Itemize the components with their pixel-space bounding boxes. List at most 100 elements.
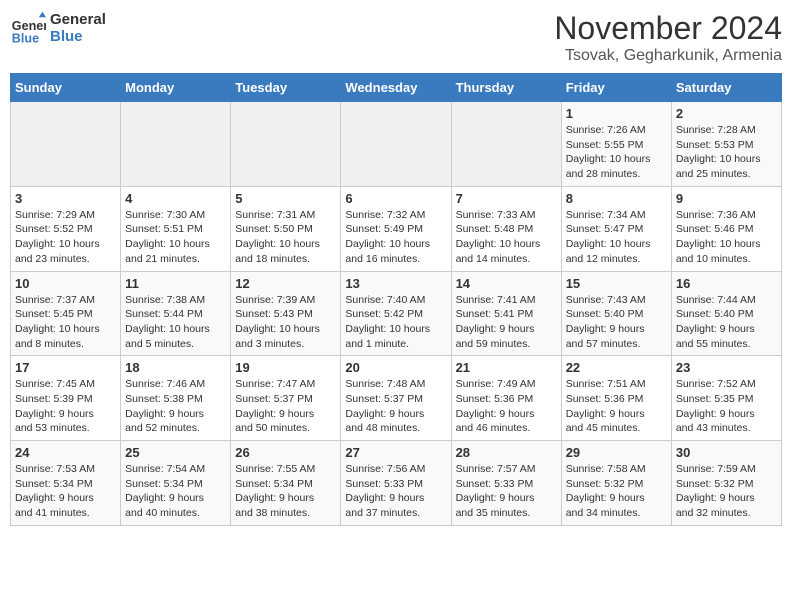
weekday-header-cell: Sunday	[11, 74, 121, 102]
day-info: Sunrise: 7:29 AM Sunset: 5:52 PM Dayligh…	[15, 208, 116, 267]
calendar-day-cell: 8 Sunrise: 7:34 AM Sunset: 5:47 PM Daylig…	[561, 186, 671, 271]
weekday-header-cell: Monday	[121, 74, 231, 102]
day-number: 16	[676, 276, 777, 291]
day-info: Sunrise: 7:55 AM Sunset: 5:34 PM Dayligh…	[235, 462, 336, 521]
day-info: Sunrise: 7:28 AM Sunset: 5:53 PM Dayligh…	[676, 123, 777, 182]
day-number: 24	[15, 445, 116, 460]
day-number: 5	[235, 191, 336, 206]
calendar-week-row: 24 Sunrise: 7:53 AM Sunset: 5:34 PM Dayli…	[11, 441, 782, 526]
day-number: 15	[566, 276, 667, 291]
calendar-day-cell: 13Sunrise: 7:40 AM Sunset: 5:42 PM Dayli…	[341, 271, 451, 356]
calendar-day-cell: 9 Sunrise: 7:36 AM Sunset: 5:46 PM Daylig…	[671, 186, 781, 271]
calendar-day-cell: 1 Sunrise: 7:26 AM Sunset: 5:55 PM Daylig…	[561, 102, 671, 187]
day-number: 10	[15, 276, 116, 291]
weekday-header-cell: Friday	[561, 74, 671, 102]
day-number: 30	[676, 445, 777, 460]
day-number: 28	[456, 445, 557, 460]
calendar-day-cell: 5 Sunrise: 7:31 AM Sunset: 5:50 PM Daylig…	[231, 186, 341, 271]
calendar-day-cell: 20Sunrise: 7:48 AM Sunset: 5:37 PM Dayli…	[341, 356, 451, 441]
day-number: 18	[125, 360, 226, 375]
day-number: 25	[125, 445, 226, 460]
logo-blue: Blue	[50, 28, 106, 45]
calendar-day-cell: 23 Sunrise: 7:52 AM Sunset: 5:35 PM Dayli…	[671, 356, 781, 441]
weekday-header-cell: Wednesday	[341, 74, 451, 102]
day-number: 17	[15, 360, 116, 375]
calendar-day-cell: 15 Sunrise: 7:43 AM Sunset: 5:40 PM Dayli…	[561, 271, 671, 356]
calendar-day-cell	[231, 102, 341, 187]
day-info: Sunrise: 7:31 AM Sunset: 5:50 PM Dayligh…	[235, 208, 336, 267]
logo: General Blue General Blue	[10, 10, 106, 46]
calendar-day-cell: 17Sunrise: 7:45 AM Sunset: 5:39 PM Dayli…	[11, 356, 121, 441]
day-number: 8	[566, 191, 667, 206]
calendar-day-cell: 16 Sunrise: 7:44 AM Sunset: 5:40 PM Dayli…	[671, 271, 781, 356]
day-info: Sunrise: 7:30 AM Sunset: 5:51 PM Dayligh…	[125, 208, 226, 267]
day-info: Sunrise: 7:47 AM Sunset: 5:37 PM Dayligh…	[235, 377, 336, 436]
day-info: Sunrise: 7:53 AM Sunset: 5:34 PM Dayligh…	[15, 462, 116, 521]
day-number: 6	[345, 191, 446, 206]
day-info: Sunrise: 7:51 AM Sunset: 5:36 PM Dayligh…	[566, 377, 667, 436]
logo-icon: General Blue	[10, 10, 46, 46]
calendar-week-row: 1 Sunrise: 7:26 AM Sunset: 5:55 PM Daylig…	[11, 102, 782, 187]
weekday-header-cell: Tuesday	[231, 74, 341, 102]
day-info: Sunrise: 7:33 AM Sunset: 5:48 PM Dayligh…	[456, 208, 557, 267]
day-info: Sunrise: 7:34 AM Sunset: 5:47 PM Dayligh…	[566, 208, 667, 267]
calendar-day-cell: 27Sunrise: 7:56 AM Sunset: 5:33 PM Dayli…	[341, 441, 451, 526]
day-info: Sunrise: 7:49 AM Sunset: 5:36 PM Dayligh…	[456, 377, 557, 436]
day-number: 12	[235, 276, 336, 291]
calendar-day-cell: 4 Sunrise: 7:30 AM Sunset: 5:51 PM Daylig…	[121, 186, 231, 271]
calendar-day-cell	[11, 102, 121, 187]
day-number: 14	[456, 276, 557, 291]
day-info: Sunrise: 7:37 AM Sunset: 5:45 PM Dayligh…	[15, 293, 116, 352]
calendar-day-cell: 29Sunrise: 7:58 AM Sunset: 5:32 PM Dayli…	[561, 441, 671, 526]
day-number: 20	[345, 360, 446, 375]
calendar-day-cell: 24 Sunrise: 7:53 AM Sunset: 5:34 PM Dayli…	[11, 441, 121, 526]
calendar-week-row: 17Sunrise: 7:45 AM Sunset: 5:39 PM Dayli…	[11, 356, 782, 441]
location-title: Tsovak, Gegharkunik, Armenia	[554, 47, 782, 65]
weekday-header-cell: Thursday	[451, 74, 561, 102]
day-number: 23	[676, 360, 777, 375]
day-number: 1	[566, 106, 667, 121]
day-number: 21	[456, 360, 557, 375]
calendar-day-cell: 22 Sunrise: 7:51 AM Sunset: 5:36 PM Dayli…	[561, 356, 671, 441]
calendar-table: SundayMondayTuesdayWednesdayThursdayFrid…	[10, 73, 782, 526]
calendar-day-cell: 14 Sunrise: 7:41 AM Sunset: 5:41 PM Dayli…	[451, 271, 561, 356]
day-number: 7	[456, 191, 557, 206]
calendar-day-cell: 26Sunrise: 7:55 AM Sunset: 5:34 PM Dayli…	[231, 441, 341, 526]
calendar-body: 1 Sunrise: 7:26 AM Sunset: 5:55 PM Daylig…	[11, 102, 782, 526]
calendar-day-cell: 18 Sunrise: 7:46 AM Sunset: 5:38 PM Dayli…	[121, 356, 231, 441]
calendar-day-cell	[451, 102, 561, 187]
day-info: Sunrise: 7:41 AM Sunset: 5:41 PM Dayligh…	[456, 293, 557, 352]
calendar-day-cell: 25Sunrise: 7:54 AM Sunset: 5:34 PM Dayli…	[121, 441, 231, 526]
calendar-day-cell: 2Sunrise: 7:28 AM Sunset: 5:53 PM Daylig…	[671, 102, 781, 187]
day-info: Sunrise: 7:52 AM Sunset: 5:35 PM Dayligh…	[676, 377, 777, 436]
day-info: Sunrise: 7:57 AM Sunset: 5:33 PM Dayligh…	[456, 462, 557, 521]
calendar-day-cell	[341, 102, 451, 187]
title-area: November 2024 Tsovak, Gegharkunik, Armen…	[554, 10, 782, 65]
day-info: Sunrise: 7:44 AM Sunset: 5:40 PM Dayligh…	[676, 293, 777, 352]
calendar-day-cell: 6Sunrise: 7:32 AM Sunset: 5:49 PM Daylig…	[341, 186, 451, 271]
month-title: November 2024	[554, 10, 782, 47]
day-number: 11	[125, 276, 226, 291]
weekday-header-row: SundayMondayTuesdayWednesdayThursdayFrid…	[11, 74, 782, 102]
day-info: Sunrise: 7:46 AM Sunset: 5:38 PM Dayligh…	[125, 377, 226, 436]
day-number: 29	[566, 445, 667, 460]
calendar-day-cell: 30Sunrise: 7:59 AM Sunset: 5:32 PM Dayli…	[671, 441, 781, 526]
day-number: 4	[125, 191, 226, 206]
calendar-day-cell: 7 Sunrise: 7:33 AM Sunset: 5:48 PM Daylig…	[451, 186, 561, 271]
day-info: Sunrise: 7:43 AM Sunset: 5:40 PM Dayligh…	[566, 293, 667, 352]
calendar-day-cell: 10 Sunrise: 7:37 AM Sunset: 5:45 PM Dayli…	[11, 271, 121, 356]
logo-general: General	[50, 11, 106, 28]
day-info: Sunrise: 7:39 AM Sunset: 5:43 PM Dayligh…	[235, 293, 336, 352]
calendar-day-cell: 12 Sunrise: 7:39 AM Sunset: 5:43 PM Dayli…	[231, 271, 341, 356]
calendar-day-cell	[121, 102, 231, 187]
day-number: 9	[676, 191, 777, 206]
day-info: Sunrise: 7:26 AM Sunset: 5:55 PM Dayligh…	[566, 123, 667, 182]
day-info: Sunrise: 7:36 AM Sunset: 5:46 PM Dayligh…	[676, 208, 777, 267]
calendar-day-cell: 21 Sunrise: 7:49 AM Sunset: 5:36 PM Dayli…	[451, 356, 561, 441]
day-number: 22	[566, 360, 667, 375]
calendar-week-row: 3Sunrise: 7:29 AM Sunset: 5:52 PM Daylig…	[11, 186, 782, 271]
day-info: Sunrise: 7:38 AM Sunset: 5:44 PM Dayligh…	[125, 293, 226, 352]
calendar-week-row: 10 Sunrise: 7:37 AM Sunset: 5:45 PM Dayli…	[11, 271, 782, 356]
calendar-day-cell: 3Sunrise: 7:29 AM Sunset: 5:52 PM Daylig…	[11, 186, 121, 271]
day-number: 19	[235, 360, 336, 375]
